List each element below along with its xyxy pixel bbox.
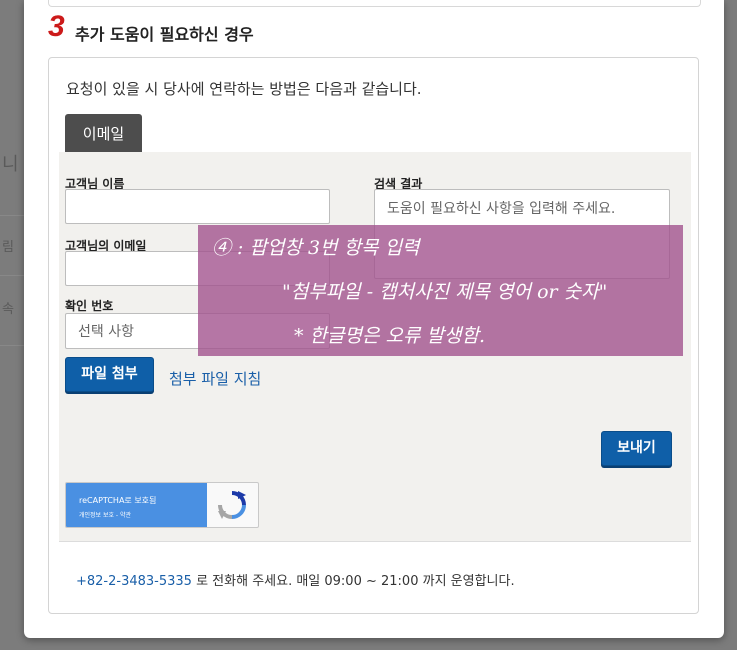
send-button[interactable]: 보내기 — [601, 431, 672, 466]
attach-guide-link[interactable]: 첨부 파일 지침 — [169, 368, 261, 389]
step-number: 3 — [48, 10, 65, 43]
previous-section-edge — [48, 0, 701, 7]
confirm-number-placeholder: 선택 사항 — [78, 324, 134, 340]
annotation-line-3: * 한글명은 오류 발생함. — [294, 325, 485, 347]
search-result-placeholder: 도움이 필요하신 사항을 입력해 주세요. — [387, 201, 616, 217]
attach-file-button[interactable]: 파일 첨부 — [65, 357, 154, 392]
recaptcha-title: reCAPTCHA로 보호됨 — [79, 496, 157, 505]
background-divider — [0, 345, 24, 346]
background-fragment: 니 — [2, 154, 19, 175]
contact-intro: 요청이 있을 시 당사에 연락하는 방법은 다음과 같습니다. — [66, 80, 422, 98]
background-fragment: 속 — [2, 302, 14, 317]
name-input[interactable] — [65, 189, 330, 224]
recaptcha-links[interactable]: 개인정보 보호 - 약관 — [79, 510, 131, 519]
recaptcha-info: reCAPTCHA로 보호됨 개인정보 보호 - 약관 — [66, 483, 207, 527]
background-divider — [0, 215, 24, 216]
tab-email[interactable]: 이메일 — [65, 114, 142, 152]
confirm-number-label: 확인 번호 — [65, 299, 114, 313]
recaptcha-badge[interactable]: reCAPTCHA로 보호됨 개인정보 보호 - 약관 — [65, 482, 259, 528]
annotation-line-2: "첨부파일 - 캡처사진 제목 영어 or 숫자" — [282, 281, 608, 303]
phone-number[interactable]: +82-2-3483-5335 — [76, 574, 192, 589]
footer-phone-info: +82-2-3483-5335 로 전화해 주세요. 매일 09:00 ~ 21… — [76, 570, 515, 589]
background-divider — [0, 275, 24, 276]
annotation-line-1: ④ : 팝업창 3번 항목 입력 — [212, 237, 420, 259]
recaptcha-icon — [218, 491, 246, 519]
annotation-overlay: ④ : 팝업창 3번 항목 입력 "첨부파일 - 캡처사진 제목 영어 or 숫… — [198, 225, 683, 356]
background-fragment: 림 — [2, 240, 14, 255]
footer-text: 로 전화해 주세요. 매일 09:00 ~ 21:00 까지 운영합니다. — [191, 574, 515, 589]
step-title: 추가 도움이 필요하신 경우 — [75, 25, 254, 44]
